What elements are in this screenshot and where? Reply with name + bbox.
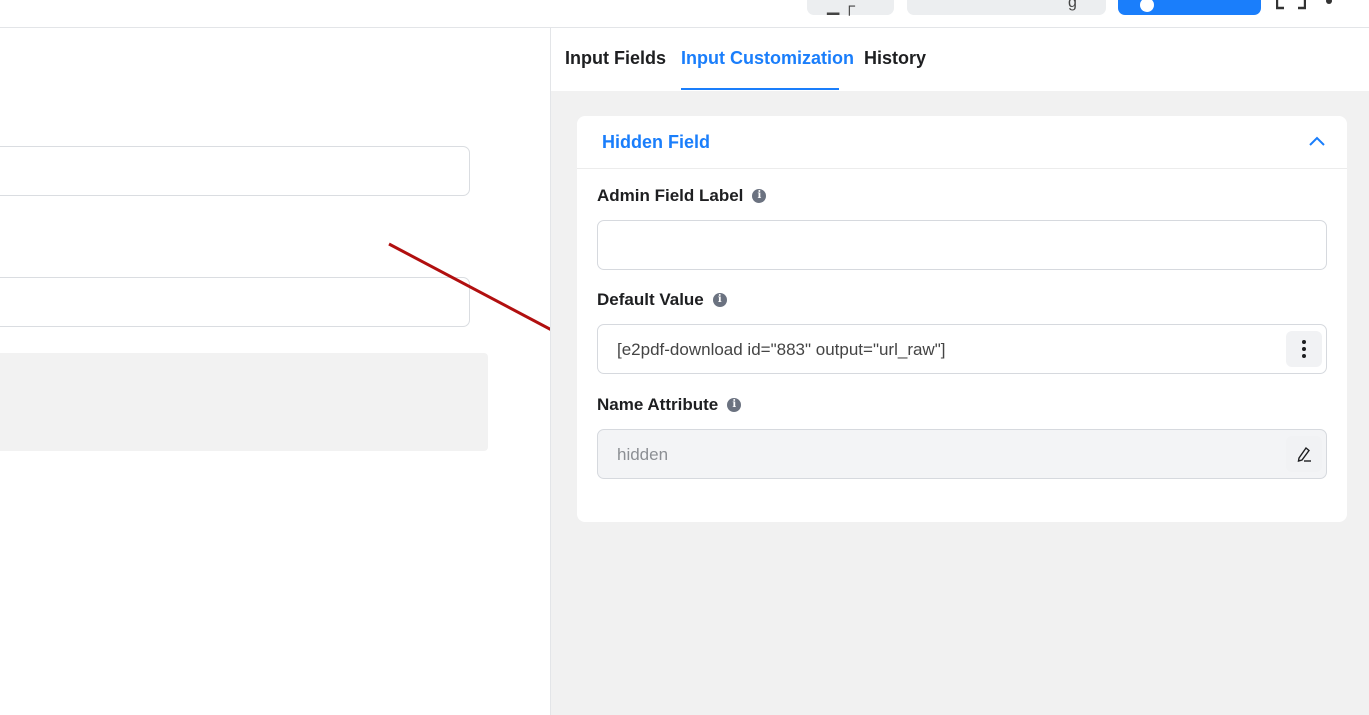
toolbar-button-1-icon: ▁ ┌ (827, 0, 856, 15)
tab-input-customization[interactable]: Input Customization (681, 48, 854, 69)
name-attribute-value: hidden (617, 445, 669, 464)
canvas-hidden-field-block[interactable] (0, 353, 488, 451)
hidden-field-settings-card: Hidden Field Admin Field Label i Default… (577, 116, 1347, 522)
admin-field-label-text: Admin Field Label (597, 186, 744, 205)
canvas-field[interactable] (0, 146, 470, 196)
name-attribute-input[interactable]: hidden (597, 429, 1327, 479)
info-icon[interactable]: i (752, 189, 767, 203)
settings-panel: Input Fields Input Customization History… (550, 28, 1369, 715)
vertical-dots-icon (1302, 340, 1306, 358)
tab-input-fields[interactable]: Input Fields (565, 48, 666, 69)
save-icon (1140, 0, 1154, 12)
tab-history[interactable]: History (864, 48, 926, 69)
pencil-edit-icon (1297, 446, 1311, 462)
edit-name-button[interactable] (1286, 436, 1322, 472)
form-canvas (0, 28, 550, 715)
top-toolbar: ▁ ┌ g (0, 0, 1369, 28)
toolbar-button-2[interactable]: g (907, 0, 1106, 15)
save-button[interactable] (1118, 0, 1261, 15)
chevron-up-icon[interactable] (1309, 136, 1325, 146)
admin-field-label: Admin Field Label i (597, 186, 767, 206)
toolbar-button-1[interactable]: ▁ ┌ (807, 0, 894, 15)
default-value-label-text: Default Value (597, 290, 704, 309)
name-attribute-label: Name Attribute i (597, 395, 742, 415)
settings-tabs: Input Fields Input Customization History (551, 28, 1369, 91)
more-menu-icon[interactable] (1326, 0, 1332, 4)
active-tab-indicator (681, 88, 839, 90)
card-header[interactable]: Hidden Field (577, 116, 1347, 169)
toolbar-button-2-icon: g (1068, 0, 1077, 11)
info-icon[interactable]: i (712, 293, 727, 307)
card-title: Hidden Field (602, 132, 710, 152)
name-attribute-label-text: Name Attribute (597, 395, 719, 414)
smartcode-menu-button[interactable] (1286, 331, 1322, 367)
admin-field-label-input[interactable] (597, 220, 1327, 270)
default-value-label: Default Value i (597, 290, 727, 310)
default-value-input[interactable]: [e2pdf-download id="883" output="url_raw… (597, 324, 1327, 374)
default-value-value: [e2pdf-download id="883" output="url_raw… (617, 340, 946, 359)
fullscreen-icon[interactable] (1276, 0, 1306, 10)
info-icon[interactable]: i (727, 398, 742, 412)
